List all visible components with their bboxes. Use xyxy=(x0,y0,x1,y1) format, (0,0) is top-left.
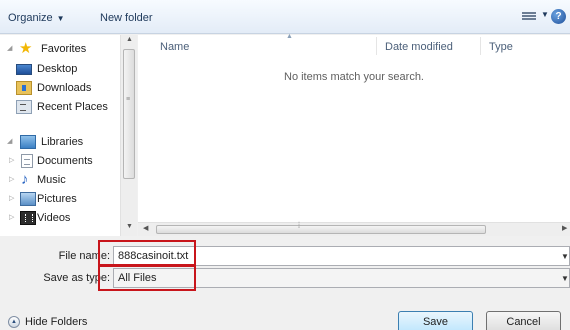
file-list-pane[interactable]: ▲ Name Date modified Type No items match… xyxy=(138,33,570,236)
navigation-pane: ◢ ★ Favorites Desktop Downloads Recent P… xyxy=(0,35,137,236)
expand-arrow-icon[interactable]: ▷ xyxy=(9,171,14,189)
expand-arrow-icon[interactable]: ▷ xyxy=(9,190,14,208)
save-as-type-highlight-box xyxy=(98,265,196,291)
nav-libraries-label: Libraries xyxy=(41,136,84,148)
collapse-arrow-icon[interactable]: ◢ xyxy=(7,133,12,151)
column-divider[interactable] xyxy=(480,37,481,55)
save-button[interactable]: Save xyxy=(398,311,473,330)
nav-item-music[interactable]: ▷ ♪ Music xyxy=(0,171,120,189)
chevron-down-icon: ▼ xyxy=(56,14,65,23)
nav-item-label: Documents xyxy=(37,155,93,167)
nav-favorites-label: Favorites xyxy=(41,43,87,55)
column-header-type[interactable]: Type xyxy=(489,39,513,55)
nav-item-label: Recent Places xyxy=(37,101,108,113)
nav-libraries[interactable]: ◢ Libraries xyxy=(0,133,120,151)
scroll-right-arrow-icon[interactable]: ▶ xyxy=(562,224,567,232)
change-view-icon[interactable] xyxy=(522,11,536,23)
pictures-icon xyxy=(20,192,36,206)
nav-item-label: Desktop xyxy=(37,63,78,75)
nav-item-documents[interactable]: ▷ Documents xyxy=(0,152,120,170)
collapse-arrow-icon[interactable]: ◢ xyxy=(7,40,12,58)
nav-item-label: Pictures xyxy=(37,193,77,205)
expand-arrow-icon[interactable]: ▷ xyxy=(9,209,14,227)
music-icon: ♪ xyxy=(21,171,29,188)
nav-item-desktop[interactable]: Desktop xyxy=(0,60,120,78)
scroll-grip-icon: ≡ xyxy=(126,96,131,103)
organize-button[interactable]: Organize ▼ xyxy=(8,9,65,27)
nav-item-label: Downloads xyxy=(37,82,92,94)
organize-label: Organize xyxy=(8,12,53,24)
chevron-up-icon: ▲ xyxy=(8,316,20,328)
column-divider[interactable] xyxy=(376,37,377,55)
hide-folders-label: Hide Folders xyxy=(25,316,88,328)
desktop-icon xyxy=(16,64,32,75)
cancel-button[interactable]: Cancel xyxy=(486,311,561,330)
scroll-grip-icon: ⦙ xyxy=(298,220,301,230)
column-header-name[interactable]: Name xyxy=(160,39,189,55)
nav-scroll-thumb[interactable] xyxy=(123,49,135,179)
scroll-left-arrow-icon[interactable]: ◀ xyxy=(143,224,148,232)
view-options-chevron-icon[interactable]: ▼ xyxy=(541,10,549,19)
nav-item-recent-places[interactable]: Recent Places xyxy=(0,98,120,116)
command-toolbar: Organize ▼ New folder ▼ ? xyxy=(0,0,570,34)
nav-item-label: Music xyxy=(37,174,66,186)
nav-vertical-scrollbar[interactable]: ▲ ≡ ▼ xyxy=(120,35,137,236)
videos-icon xyxy=(20,211,36,225)
sort-ascending-icon: ▲ xyxy=(286,33,293,40)
expand-arrow-icon[interactable]: ▷ xyxy=(9,152,14,170)
nav-item-pictures[interactable]: ▷ Pictures xyxy=(0,190,120,208)
nav-favorites[interactable]: ◢ ★ Favorites xyxy=(0,40,120,58)
favorites-star-icon: ★ xyxy=(19,40,33,57)
save-as-type-dropdown-icon[interactable]: ▼ xyxy=(561,274,569,283)
help-icon[interactable]: ? xyxy=(551,9,566,24)
nav-item-downloads[interactable]: Downloads xyxy=(0,79,120,97)
column-header-date-modified[interactable]: Date modified xyxy=(385,39,453,55)
file-list-horizontal-scrollbar[interactable]: ◀ ⦙ ▶ xyxy=(138,220,570,236)
nav-item-videos[interactable]: ▷ Videos xyxy=(0,209,120,227)
new-folder-button[interactable]: New folder xyxy=(100,9,153,27)
filename-highlight-box xyxy=(98,240,196,266)
scroll-up-arrow-icon[interactable]: ▲ xyxy=(126,36,133,43)
downloads-folder-icon xyxy=(16,81,32,95)
scroll-down-arrow-icon[interactable]: ▼ xyxy=(126,223,133,230)
nav-item-label: Videos xyxy=(37,212,71,224)
empty-search-message: No items match your search. xyxy=(284,71,424,83)
horizontal-scroll-thumb[interactable] xyxy=(156,225,486,234)
libraries-icon xyxy=(20,135,36,149)
recent-places-icon xyxy=(16,100,32,114)
documents-icon xyxy=(21,154,33,168)
file-name-dropdown-icon[interactable]: ▼ xyxy=(561,252,569,261)
